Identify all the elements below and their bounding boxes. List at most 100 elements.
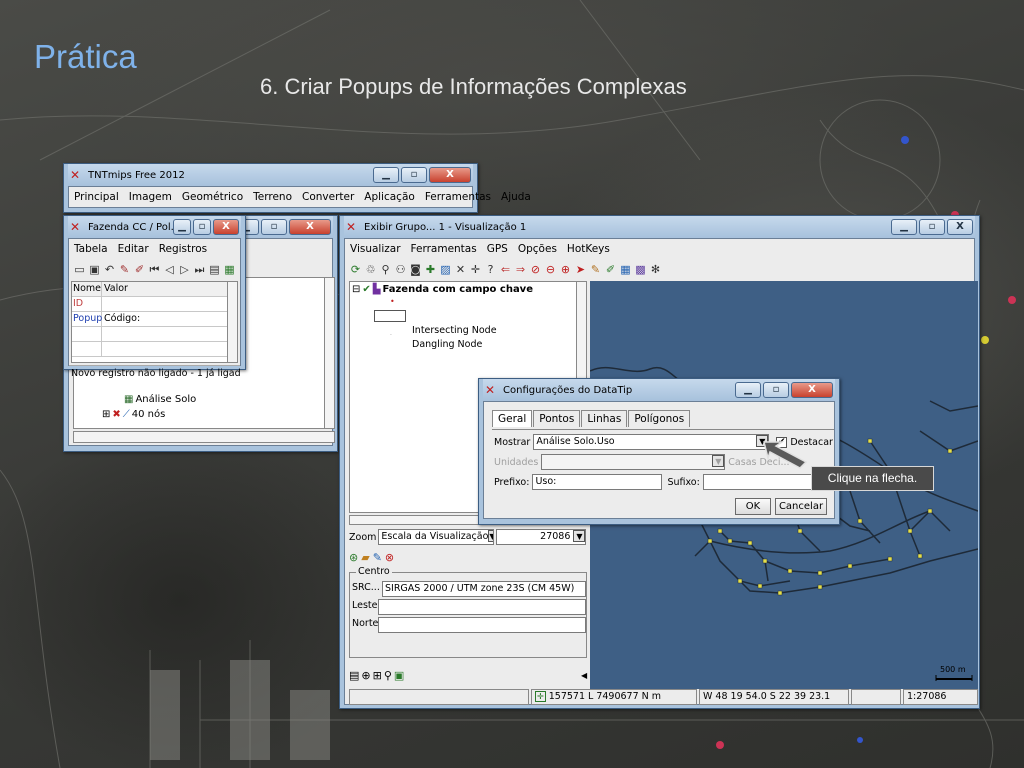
pointer-icon[interactable]: ➤ [574, 263, 587, 276]
menu-registros[interactable]: Registros [154, 243, 212, 255]
camera-icon[interactable]: ◙ [409, 263, 422, 276]
next-record-icon[interactable]: ▷ [178, 263, 191, 276]
table-row[interactable]: Popup Código: [72, 312, 237, 327]
close-button[interactable]: X [429, 167, 471, 183]
hide-icon[interactable]: ✖ [112, 409, 120, 420]
column-header-name[interactable]: Nome [72, 282, 102, 296]
edit-icon[interactable]: ✎ [118, 263, 131, 276]
norte-field[interactable] [378, 617, 586, 633]
menu-ferramentas[interactable]: Ferramentas [406, 243, 482, 255]
stop-icon[interactable]: ⊘ [529, 263, 542, 276]
menu-hotkeys[interactable]: HotKeys [562, 243, 615, 255]
paint-icon[interactable]: ✐ [604, 263, 617, 276]
minimize-button[interactable]: ▁ [891, 219, 917, 235]
zoom-value-field[interactable]: 27086 ▼ [496, 529, 587, 545]
new-icon[interactable]: ▭ [73, 263, 86, 276]
tntmips-titlebar[interactable]: ✕ TNTmips Free 2012 ▁ ▫ X [68, 164, 473, 186]
checkmark-icon[interactable]: ✔ [362, 284, 370, 295]
zoom-out-icon[interactable]: ⊖ [544, 263, 557, 276]
zoom-mode-select[interactable]: Escala da Visualização ▼ [378, 529, 495, 545]
prev-record-icon[interactable]: ◁ [163, 263, 176, 276]
datatip-titlebar[interactable]: ✕ Configurações do DataTip ▁ ▫ X [483, 379, 835, 401]
layer-controls-icon[interactable]: ♲ [364, 263, 377, 276]
menu-principal[interactable]: Principal [69, 191, 124, 203]
src-button[interactable]: SRC... [352, 582, 380, 593]
layer-row[interactable]: ⊟ ✔ ▙ Fazenda com campo chave [352, 284, 533, 295]
horizontal-scrollbar[interactable] [73, 431, 335, 443]
ok-button[interactable]: OK [735, 498, 771, 515]
edit-record-icon[interactable]: ✐ [133, 263, 146, 276]
table-row[interactable] [72, 327, 237, 342]
measure-icon[interactable]: ✕ [454, 263, 467, 276]
datatip-icon[interactable]: ? [484, 263, 497, 276]
undo-icon[interactable]: ↶ [103, 263, 116, 276]
settings-icon[interactable]: ✻ [649, 263, 662, 276]
maximize-button[interactable]: ▫ [919, 219, 945, 235]
tree-item-nodes[interactable]: ⊞ ✖ ⟋ 40 nós [102, 409, 165, 420]
minimize-button[interactable]: ▁ [173, 219, 191, 235]
crosshair-icon[interactable]: ✛ [469, 263, 482, 276]
menu-visualizar[interactable]: Visualizar [345, 243, 406, 255]
add-layer-icon[interactable]: ✚ [424, 263, 437, 276]
table-icon[interactable]: ▤ [349, 669, 359, 682]
close-button[interactable]: X [947, 219, 973, 235]
close-button[interactable]: X [791, 382, 833, 398]
maximize-button[interactable]: ▫ [401, 167, 427, 183]
expand-icon[interactable]: ⊞ [102, 409, 110, 420]
chevron-down-icon[interactable]: ▼ [712, 455, 725, 467]
table-titlebar[interactable]: ✕ Fazenda CC / Pol... ▁ ▫ X [68, 216, 241, 238]
last-record-icon[interactable]: ⏭ [193, 263, 206, 276]
zoom-box-icon[interactable]: ⊞ [373, 669, 382, 682]
chevron-down-icon[interactable]: ▼ [488, 530, 494, 542]
mostrar-select[interactable]: Análise Solo.Uso ▼ [533, 434, 770, 450]
save-icon[interactable]: ▣ [88, 263, 101, 276]
maximize-button[interactable]: ▫ [763, 382, 789, 398]
print-icon[interactable]: ▩ [634, 263, 647, 276]
menu-gps[interactable]: GPS [482, 243, 513, 255]
tab-pontos[interactable]: Pontos [533, 410, 581, 427]
prefixo-field[interactable]: Uso: [532, 474, 663, 490]
menu-geometrico[interactable]: Geométrico [177, 191, 248, 203]
redraw-icon[interactable]: ⟳ [349, 263, 362, 276]
collapse-icon[interactable]: ⊟ [352, 284, 360, 295]
table-row[interactable] [72, 342, 237, 357]
tab-poligonos[interactable]: Polígonos [628, 410, 691, 427]
menu-imagem[interactable]: Imagem [124, 191, 177, 203]
menu-opcoes[interactable]: Opções [513, 243, 562, 255]
display-titlebar[interactable]: ✕ Exibir Grupo... 1 - Visualização 1 ▁ ▫… [344, 216, 975, 238]
menu-editar[interactable]: Editar [113, 243, 154, 255]
menu-converter[interactable]: Converter [297, 191, 359, 203]
forward-icon[interactable]: ⇒ [514, 263, 527, 276]
table-row[interactable]: ID [72, 297, 237, 312]
collapse-panel-icon[interactable]: ◀ [581, 671, 587, 680]
cancel-icon[interactable]: ⊗ [385, 551, 394, 564]
pencil-icon[interactable]: ✎ [589, 263, 602, 276]
column-header-value[interactable]: Valor [102, 282, 237, 296]
close-button[interactable]: X [289, 219, 331, 235]
close-button[interactable]: X [213, 219, 239, 235]
locate-icon[interactable]: ⊛ [349, 551, 358, 564]
menu-aplicacao[interactable]: Aplicação [359, 191, 420, 203]
image-icon[interactable]: ▦ [619, 263, 632, 276]
minimize-button[interactable]: ▁ [373, 167, 399, 183]
select-icon[interactable]: ▨ [439, 263, 452, 276]
chevron-down-icon[interactable]: ▼ [573, 530, 586, 542]
tree-item-analise-solo[interactable]: ▦ Análise Solo [124, 394, 196, 405]
maximize-button[interactable]: ▫ [193, 219, 211, 235]
table-view-icon[interactable]: ▤ [208, 263, 221, 276]
map-icon[interactable]: ▣ [394, 669, 404, 682]
grid-view-icon[interactable]: ▦ [223, 263, 236, 276]
tab-geral[interactable]: Geral [492, 410, 533, 427]
vertical-scrollbar[interactable] [324, 278, 334, 428]
crosshair-icon[interactable]: ✛ [535, 691, 546, 702]
menu-tabela[interactable]: Tabela [69, 243, 113, 255]
binoculars-icon[interactable]: ⚇ [394, 263, 407, 276]
menu-ferramentas[interactable]: Ferramentas [420, 191, 496, 203]
zoom-icon[interactable]: ⊕ [559, 263, 572, 276]
spatial-data-icon[interactable]: ⚲ [379, 263, 392, 276]
search-icon[interactable]: ⚲ [384, 669, 392, 682]
leste-field[interactable] [378, 599, 586, 615]
first-record-icon[interactable]: ⏮ [148, 263, 161, 276]
menu-terreno[interactable]: Terreno [248, 191, 297, 203]
folder-icon[interactable]: ▰ [361, 551, 369, 564]
